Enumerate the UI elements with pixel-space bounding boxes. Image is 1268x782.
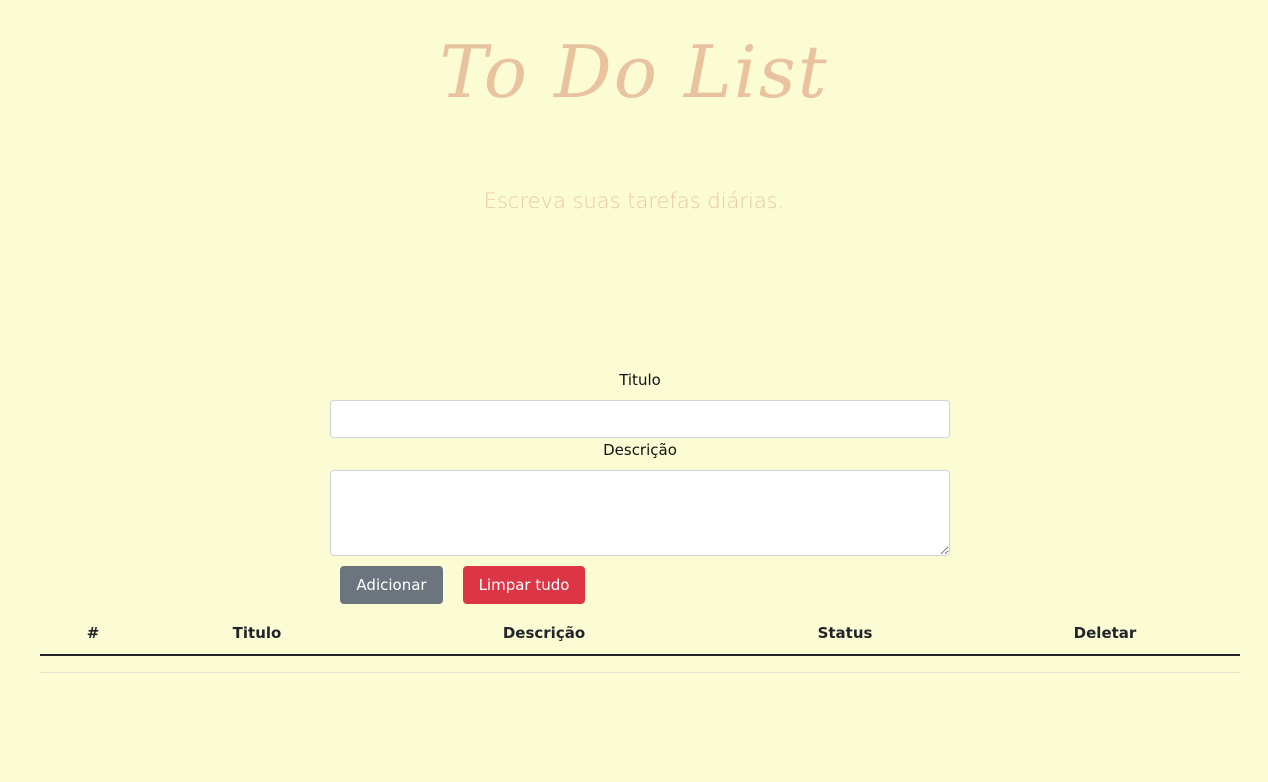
- clear-all-button[interactable]: Limpar tudo: [463, 566, 585, 604]
- task-table-body: [40, 655, 1240, 673]
- empty-table-row: [40, 655, 1240, 673]
- description-textarea[interactable]: [330, 470, 950, 556]
- page-subtitle: Escreva suas tarefas diárias.: [483, 189, 785, 213]
- empty-table-cell: [40, 655, 1240, 673]
- task-table: # Titulo Descrição Status Deletar: [40, 612, 1240, 673]
- app-title: To Do List: [439, 30, 829, 114]
- add-button[interactable]: Adicionar: [340, 566, 443, 604]
- column-header-delete: Deletar: [970, 612, 1240, 656]
- title-label: Titulo: [619, 371, 661, 389]
- column-header-status: Status: [720, 612, 970, 656]
- title-input[interactable]: [330, 400, 950, 438]
- table-header-row: # Titulo Descrição Status Deletar: [40, 612, 1240, 656]
- column-header-title: Titulo: [146, 612, 368, 656]
- column-header-number: #: [40, 612, 146, 656]
- column-header-description: Descrição: [368, 612, 720, 656]
- description-label: Descrição: [603, 441, 677, 459]
